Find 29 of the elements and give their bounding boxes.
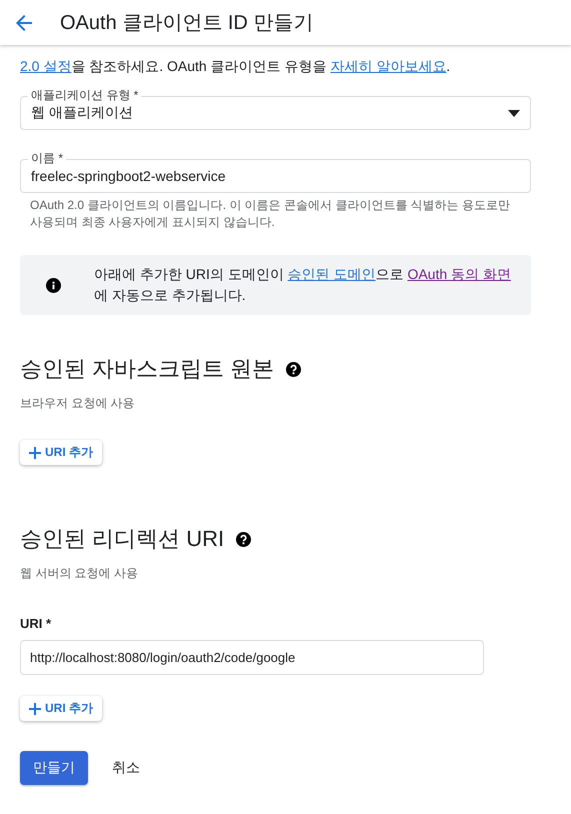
section-description: 웹 서버의 요청에 사용 xyxy=(20,565,140,582)
back-arrow-icon[interactable] xyxy=(14,12,34,32)
page-title: OAuth 클라이언트 ID 만들기 xyxy=(60,11,314,36)
text-link[interactable]: OAuth 동의 화면 xyxy=(407,266,511,282)
info-icon xyxy=(46,278,61,292)
field-hint: OAuth 2.0 클라이언트의 이름입니다. 이 이름은 콘솔에서 클라이언트를 식별하는 용도로만 사용되며 최종 사용자에게 표시되지 않습니다. xyxy=(30,197,512,231)
text-link[interactable]: 2.0 설정 xyxy=(20,58,72,74)
add-uri-button[interactable]: URI 추가 xyxy=(20,696,102,721)
text-link[interactable]: 승인된 도메인 xyxy=(288,266,376,282)
plus-icon xyxy=(29,702,41,714)
dropdown-caret-icon xyxy=(508,110,520,116)
uri-field[interactable]: http://localhost:8080/login/oauth2/code/google xyxy=(20,640,484,675)
cancel-button[interactable]: 취소 xyxy=(112,751,140,785)
field-label: URI * xyxy=(20,616,52,631)
create-button[interactable]: 만들기 xyxy=(20,751,88,785)
text-link[interactable]: 자세히 알아보세요 xyxy=(330,58,446,74)
section-description: 브라우저 요청에 사용 xyxy=(20,395,136,412)
select-value: 웹 애플리케이션 xyxy=(31,104,134,122)
field-label: 이름 * xyxy=(28,151,66,165)
field-label: 애플리케이션 유형 * xyxy=(28,88,142,102)
info-text: 아래에 추가한 URI의 도메인이 승인된 도메인으로 OAuth 동의 화면 에 자동으로 추가됩니다. xyxy=(94,265,511,305)
plus-icon xyxy=(29,446,41,458)
help-icon[interactable] xyxy=(236,532,252,546)
field-value: freelec-springboot2-webservice xyxy=(31,168,227,184)
add-uri-button[interactable]: URI 추가 xyxy=(20,440,102,465)
help-icon[interactable] xyxy=(286,362,302,376)
intro-paragraph: 2.0 설정 을 참조하세요. OAuth 클라이언트 유형을 자세히 알아보세요. xyxy=(20,57,452,76)
section-heading: 승인된 자바스크립트 원본 xyxy=(20,355,274,383)
section-heading: 승인된 리디렉션 URI xyxy=(20,525,224,553)
